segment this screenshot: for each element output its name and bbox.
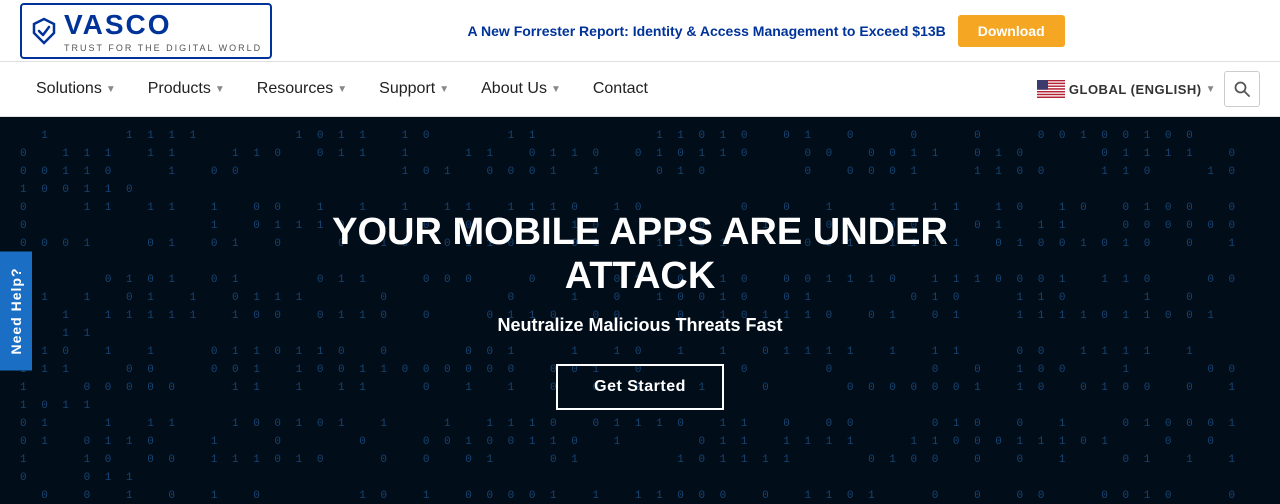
hero-section: 1 1 1 1 1 1 0 1 1 1 0 1 1 1 1 0 1 0 0 1 … [0, 117, 1280, 504]
us-flag-icon [1037, 80, 1065, 98]
search-icon [1234, 81, 1250, 97]
logo-area: VASCO TRUST FOR THE DIGITAL WORLD [20, 3, 272, 59]
chevron-down-icon: ▼ [439, 84, 449, 95]
hero-subtitle: Neutralize Malicious Threats Fast [290, 315, 990, 336]
need-help-sidebar[interactable]: Need Help? [0, 251, 32, 370]
nav-links: Solutions ▼ Products ▼ Resources ▼ Suppo… [20, 62, 1037, 117]
nav-item-solutions[interactable]: Solutions ▼ [20, 62, 132, 117]
hero-title: YOUR MOBILE APPS ARE UNDER ATTACK [290, 211, 990, 298]
promo-text: A New Forrester Report: Identity & Acces… [468, 23, 946, 39]
nav-item-support[interactable]: Support ▼ [363, 62, 465, 117]
logo-box: VASCO TRUST FOR THE DIGITAL WORLD [20, 3, 272, 59]
hero-content: YOUR MOBILE APPS ARE UNDER ATTACK Neutra… [290, 211, 990, 409]
lang-chevron-icon: ▼ [1206, 84, 1216, 95]
promo-banner: A New Forrester Report: Identity & Acces… [272, 15, 1260, 47]
get-started-button[interactable]: Get Started [556, 364, 724, 410]
nav-item-resources[interactable]: Resources ▼ [241, 62, 363, 117]
top-banner: VASCO TRUST FOR THE DIGITAL WORLD A New … [0, 0, 1280, 62]
nav-item-contact[interactable]: Contact [577, 62, 664, 117]
nav-right: GLOBAL (ENGLISH) ▼ [1037, 71, 1260, 107]
chevron-down-icon: ▼ [551, 84, 561, 95]
nav-item-products[interactable]: Products ▼ [132, 62, 241, 117]
download-button[interactable]: Download [958, 15, 1065, 47]
vasco-shield-icon [30, 17, 58, 45]
vasco-logo-text: VASCO TRUST FOR THE DIGITAL WORLD [64, 9, 262, 53]
chevron-down-icon: ▼ [337, 84, 347, 95]
chevron-down-icon: ▼ [215, 84, 225, 95]
nav-item-about[interactable]: About Us ▼ [465, 62, 577, 117]
language-selector[interactable]: GLOBAL (ENGLISH) ▼ [1037, 80, 1216, 98]
search-button[interactable] [1224, 71, 1260, 107]
nav-bar: Solutions ▼ Products ▼ Resources ▼ Suppo… [0, 62, 1280, 117]
chevron-down-icon: ▼ [106, 84, 116, 95]
